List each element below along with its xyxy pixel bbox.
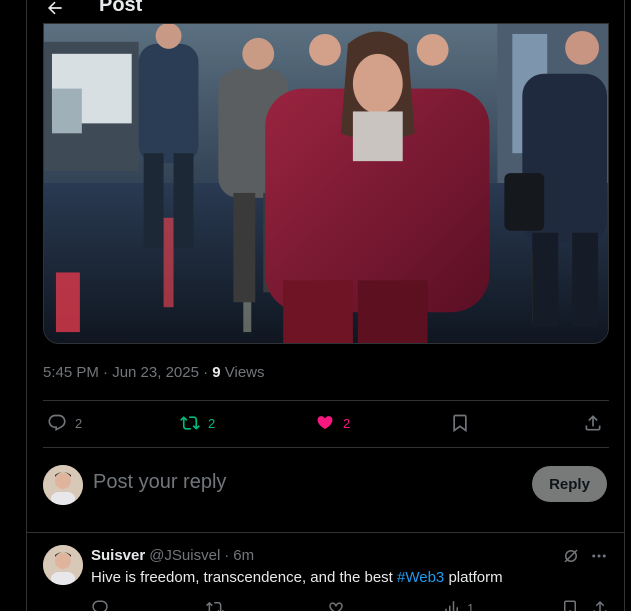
share-icon xyxy=(585,415,601,431)
post-meta: 5:45 PM · Jun 23, 2025 · 9 Views xyxy=(43,364,265,381)
repost-action[interactable]: 2 xyxy=(180,413,215,433)
reply-icon xyxy=(92,600,108,611)
avatar[interactable] xyxy=(43,465,83,505)
back-arrow-icon[interactable] xyxy=(45,0,65,18)
reply-tweet[interactable]: Suisver @JSuisvel · 6m Hive is freedom, … xyxy=(27,533,624,611)
views-label: Views xyxy=(220,364,265,381)
page-title: Post xyxy=(99,0,143,16)
share-icon xyxy=(593,600,607,611)
reply-icon xyxy=(48,414,66,431)
separator: · xyxy=(224,547,230,564)
views-icon xyxy=(445,601,458,611)
bookmark-action[interactable] xyxy=(450,413,470,433)
user-handle[interactable]: @JSuisvel xyxy=(149,547,220,564)
reply-input[interactable] xyxy=(93,471,493,494)
like-action[interactable]: 2 xyxy=(315,413,350,433)
display-name[interactable]: Suisver xyxy=(91,547,145,564)
bookmark-action[interactable] xyxy=(561,599,579,611)
header: Post xyxy=(27,0,624,23)
reply-button[interactable]: Reply xyxy=(532,466,607,502)
reply-action[interactable] xyxy=(91,599,109,611)
more-icon[interactable] xyxy=(590,547,608,565)
reply-time[interactable]: 6m xyxy=(233,547,254,564)
reply-count: 2 xyxy=(75,415,83,431)
bookmark-icon xyxy=(453,414,467,433)
post-action-bar: 2 2 2 xyxy=(43,401,609,447)
repost-icon xyxy=(180,416,200,430)
post-column: Post 5:45 PM · Jun 23, 2025 · 9 Views 2 … xyxy=(26,0,625,611)
views-action[interactable]: 1 xyxy=(443,599,474,611)
views-count: 9 xyxy=(212,364,221,381)
bookmark-icon xyxy=(564,600,576,611)
reply-text-part: platform xyxy=(444,569,503,586)
repost-icon xyxy=(206,601,224,611)
avatar[interactable] xyxy=(43,545,83,585)
repost-count: 2 xyxy=(208,415,216,431)
reply-text-part: Hive is freedom, transcendence, and the … xyxy=(91,569,398,586)
reply-text: Hive is freedom, transcendence, and the … xyxy=(91,569,503,586)
like-count: 2 xyxy=(343,415,351,431)
reply-composer: Reply xyxy=(27,447,624,533)
like-action[interactable] xyxy=(327,599,345,611)
post-image[interactable] xyxy=(43,23,609,344)
hashtag-link[interactable]: #Web3 xyxy=(397,569,444,586)
reply-action[interactable]: 2 xyxy=(47,413,82,433)
reply-header: Suisver @JSuisvel · 6m xyxy=(91,547,254,564)
heart-icon xyxy=(317,416,333,430)
views-count: 1 xyxy=(467,600,475,611)
share-action[interactable] xyxy=(591,599,609,611)
reply-action-bar: 1 xyxy=(91,599,609,611)
repost-action[interactable] xyxy=(206,599,224,611)
post-timestamp[interactable]: 5:45 PM · Jun 23, 2025 · xyxy=(43,364,212,381)
heart-icon xyxy=(329,602,343,611)
grok-icon[interactable] xyxy=(562,547,580,565)
share-action[interactable] xyxy=(583,413,603,433)
